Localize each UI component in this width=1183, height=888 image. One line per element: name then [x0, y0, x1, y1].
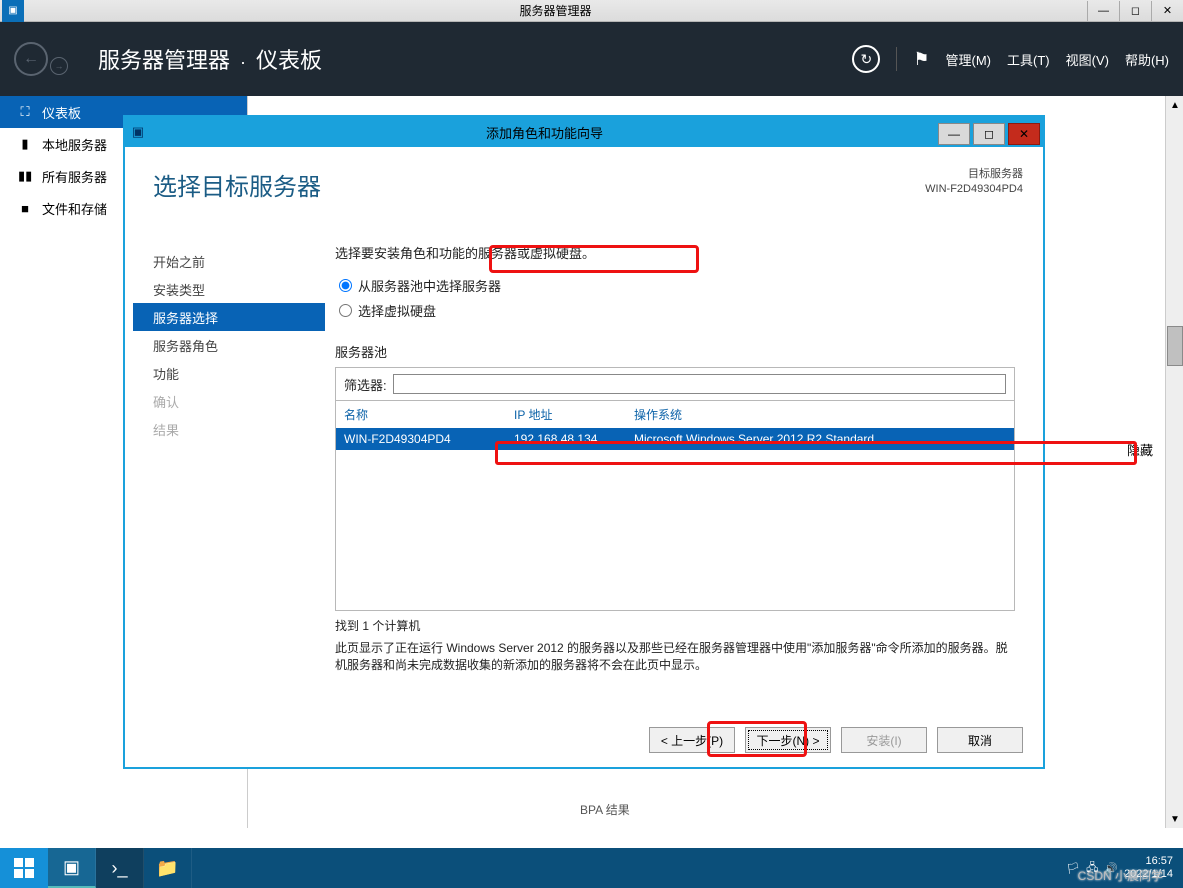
step-server-roles[interactable]: 服务器角色 — [133, 331, 325, 359]
filter-row: 筛选器: — [335, 367, 1015, 401]
hide-link[interactable]: 隐藏 — [1127, 440, 1153, 459]
wizard-titlebar[interactable]: ▣ 添加角色和功能向导 — ◻ ✕ — [125, 117, 1043, 147]
maximize-button[interactable]: ◻ — [1119, 1, 1151, 21]
step-before-you-begin[interactable]: 开始之前 — [133, 247, 325, 275]
server-table: 名称 IP 地址 操作系统 WIN-F2D49304PD4 192.168.48… — [335, 401, 1015, 611]
app-icon: ▣ — [2, 0, 24, 22]
table-row[interactable]: WIN-F2D49304PD4 192.168.48.134 Microsoft… — [336, 428, 1014, 450]
scroll-thumb[interactable] — [1167, 326, 1183, 366]
storage-icon: ■ — [18, 201, 32, 216]
dashboard-icon: ⛶ — [18, 104, 32, 120]
scrollbar[interactable]: ▲ ▼ — [1165, 96, 1183, 828]
step-features[interactable]: 功能 — [133, 359, 325, 387]
found-count: 找到 1 个计算机 — [335, 617, 1015, 634]
menu-help[interactable]: 帮助(H) — [1125, 50, 1169, 69]
server-pool-label: 服务器池 — [335, 342, 1015, 361]
menu-manage[interactable]: 管理(M) — [946, 50, 992, 69]
cancel-button[interactable]: 取消 — [937, 727, 1023, 753]
wizard-close-button[interactable]: ✕ — [1008, 123, 1040, 145]
taskbar-explorer[interactable]: 📁 — [144, 848, 192, 888]
start-button[interactable] — [0, 848, 48, 888]
refresh-icon[interactable]: ↻ — [852, 45, 880, 73]
taskbar-powershell[interactable]: ›_ — [96, 848, 144, 888]
radio-pool-input[interactable] — [339, 279, 352, 292]
step-confirmation: 确认 — [133, 387, 325, 415]
back-button[interactable]: ← — [14, 42, 48, 76]
minimize-button[interactable]: — — [1087, 1, 1119, 21]
wizard-icon: ▣ — [125, 117, 151, 147]
col-name[interactable]: 名称 — [344, 406, 514, 423]
page-description: 此页显示了正在运行 Windows Server 2012 的服务器以及那些已经… — [335, 640, 1015, 674]
flag-icon[interactable]: ⚑ — [913, 49, 929, 70]
wizard-minimize-button[interactable]: — — [938, 123, 970, 145]
menu-tools[interactable]: 工具(T) — [1007, 50, 1050, 69]
close-button[interactable]: ✕ — [1151, 1, 1183, 21]
radio-select-from-pool[interactable]: 从服务器池中选择服务器 — [339, 276, 1015, 295]
col-ip[interactable]: IP 地址 — [514, 406, 634, 423]
window-title: 服务器管理器 — [24, 2, 1087, 19]
table-header: 名称 IP 地址 操作系统 — [336, 401, 1014, 428]
breadcrumb: 服务器管理器·仪表板 — [98, 43, 322, 75]
step-server-selection[interactable]: 服务器选择 — [133, 303, 325, 331]
radio-select-vhd[interactable]: 选择虚拟硬盘 — [339, 301, 1015, 320]
taskbar-server-manager[interactable]: ▣ — [48, 848, 96, 888]
target-server-info: 目标服务器 WIN-F2D49304PD4 — [925, 167, 1023, 197]
add-roles-wizard: ▣ 添加角色和功能向导 — ◻ ✕ 选择目标服务器 目标服务器 WIN-F2D4… — [124, 116, 1044, 768]
wizard-title: 添加角色和功能向导 — [151, 123, 938, 142]
scroll-down-icon[interactable]: ▼ — [1166, 810, 1183, 828]
cell-name: WIN-F2D49304PD4 — [344, 432, 514, 446]
menu-view[interactable]: 视图(V) — [1066, 50, 1109, 69]
cell-ip: 192.168.48.134 — [514, 432, 634, 446]
install-button: 安装(I) — [841, 727, 927, 753]
window-titlebar: ▣ 服务器管理器 — ◻ ✕ — [0, 0, 1183, 22]
servers-icon: ▮▮ — [18, 168, 32, 184]
forward-button[interactable]: → — [50, 57, 68, 75]
col-os[interactable]: 操作系统 — [634, 406, 682, 423]
app-header: ← → 服务器管理器·仪表板 ↻ ⚑ 管理(M) 工具(T) 视图(V) 帮助(… — [0, 22, 1183, 96]
wizard-steps: 开始之前 安装类型 服务器选择 服务器角色 功能 确认 结果 — [125, 147, 325, 677]
server-icon: ▮ — [18, 136, 32, 152]
watermark: CSDN 小晨同学 — [1078, 867, 1163, 884]
filter-label: 筛选器: — [344, 375, 387, 394]
filter-input[interactable] — [393, 374, 1006, 394]
radio-vhd-input[interactable] — [339, 304, 352, 317]
cell-os: Microsoft Windows Server 2012 R2 Standar… — [634, 432, 1006, 446]
highlight-next — [707, 721, 807, 757]
step-installation-type[interactable]: 安装类型 — [133, 275, 325, 303]
highlight-radio — [489, 245, 699, 273]
wizard-heading: 选择目标服务器 — [153, 167, 321, 202]
step-results: 结果 — [133, 415, 325, 443]
taskbar: ▣ ›_ 📁 🏳 🖧 🔊 16:57 2022/1/14 — [0, 848, 1183, 888]
bpa-label: BPA 结果 — [580, 801, 630, 818]
wizard-maximize-button[interactable]: ◻ — [973, 123, 1005, 145]
divider — [896, 47, 897, 71]
